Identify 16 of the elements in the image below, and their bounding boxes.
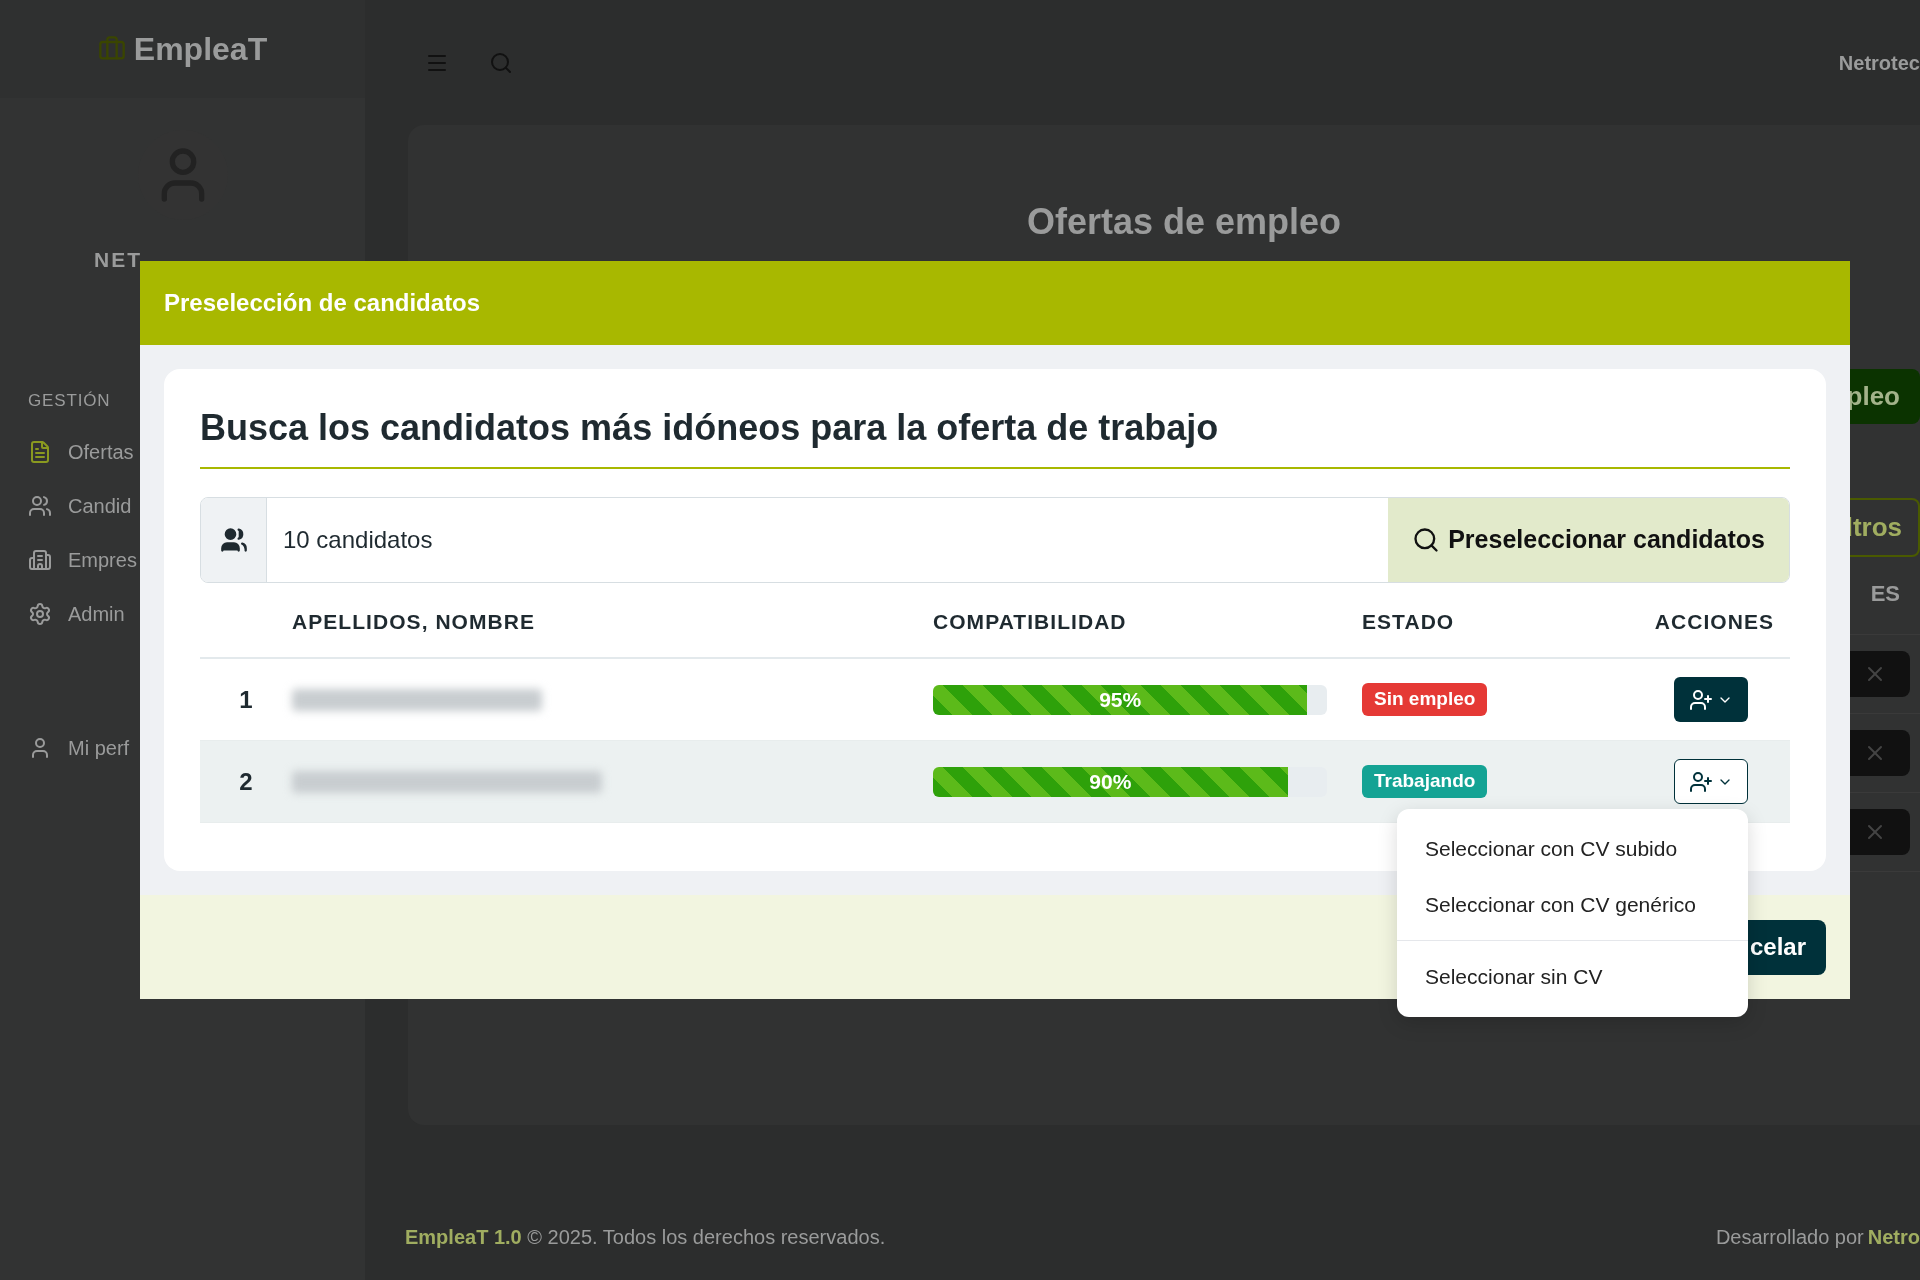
column-header: COMPATIBILIDAD (933, 609, 1128, 636)
row-number: 1 (238, 684, 254, 715)
copyright-text: EmpleaT 1.0 © 2025. Todos los derechos reservados. (405, 1225, 886, 1250)
progress-fill: 95% (933, 684, 1308, 715)
progress-fill: 90% (933, 766, 1288, 797)
status-badge: Sin empleo (1362, 683, 1488, 716)
modal-title: Preselección de candidatos (164, 288, 481, 318)
column-header: ACCIONES (1654, 609, 1775, 636)
row-number: 2 (238, 766, 254, 797)
section-heading: GESTIÓN (27, 389, 112, 412)
page-title: Ofertas de empleo (1025, 200, 1343, 244)
user-name: NET (94, 247, 143, 273)
column-header: ESTADO (1362, 609, 1456, 636)
card-heading: Busca los candidatos más idóneos para la oferta de trabajo (200, 401, 1790, 469)
status-badge: Trabajando (1362, 765, 1488, 798)
credit-text: Desarrollado por (1715, 1225, 1864, 1250)
